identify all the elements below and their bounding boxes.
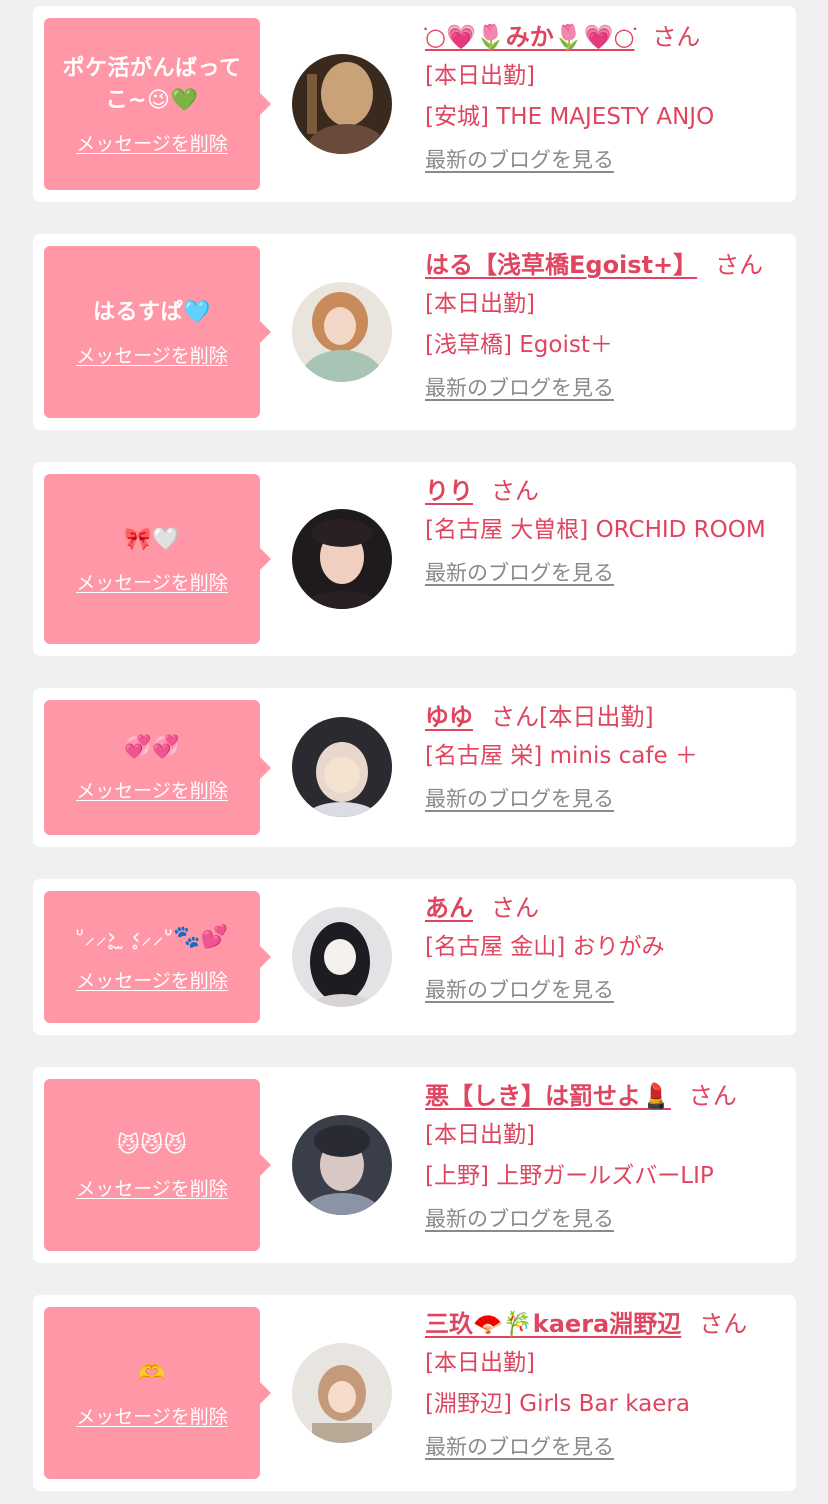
profile-name-link[interactable]: ○ֹ💗🌷みか🌷💗○ֹ xyxy=(425,23,634,51)
avatar[interactable] xyxy=(292,282,392,382)
message-text: 🫶 xyxy=(138,1360,166,1386)
avatar-image xyxy=(292,509,392,609)
message-bubble: 😼😼😼 メッセージを削除 xyxy=(44,1079,271,1251)
work-status: [本日出勤] xyxy=(425,1350,535,1376)
profile-name-link[interactable]: あん xyxy=(425,894,473,922)
profile-info: はる【浅草橋Egoist+】 さん [本日出勤] [浅草橋] Egoist＋ 最新… xyxy=(425,248,782,402)
message-text: 😼😼😼 xyxy=(116,1132,188,1158)
profile-info: りり さん [名古屋 大曽根] ORCHID ROOM 最新のブログを見る xyxy=(425,474,782,587)
avatar[interactable] xyxy=(292,907,392,1007)
latest-blog-link[interactable]: 最新のブログを見る xyxy=(425,557,614,587)
profile-name-link[interactable]: 三玖🪭🎋kaera淵野辺 xyxy=(425,1310,681,1338)
delete-message-button[interactable]: メッセージを削除 xyxy=(76,966,228,993)
delete-message-button[interactable]: メッセージを削除 xyxy=(76,1402,228,1429)
avatar[interactable] xyxy=(292,54,392,154)
message-text: ᐡ⸝⸝›̥ ̫ ‹̥⸝⸝ᐡ🐾💕 xyxy=(75,924,229,950)
message-text: 💞💞 xyxy=(124,735,180,760)
message-card: 😼😼😼 メッセージを削除 悪【しき】は罰せよ💄 さん [本日出勤] [上野] 上野… xyxy=(33,1067,796,1263)
message-text: 🎀🤍 xyxy=(124,526,180,552)
shop-name: [名古屋 栄] minis cafe ＋ xyxy=(425,743,698,769)
latest-blog-link[interactable]: 最新のブログを見る xyxy=(425,974,614,1004)
latest-blog-link[interactable]: 最新のブログを見る xyxy=(425,1431,614,1461)
message-bubble: 🎀🤍 メッセージを削除 xyxy=(44,474,271,644)
delete-message-button[interactable]: メッセージを削除 xyxy=(76,1174,228,1201)
delete-message-button[interactable]: メッセージを削除 xyxy=(76,341,228,368)
avatar-image xyxy=(292,717,392,817)
profile-info: 悪【しき】は罰せよ💄 さん [本日出勤] [上野] 上野ガールズバーLIP 最新の… xyxy=(425,1079,782,1233)
message-bubble: 🫶 メッセージを削除 xyxy=(44,1307,271,1479)
name-suffix: さん xyxy=(715,251,764,279)
message-card: ポケ活がんばってこ~😉💚 メッセージを削除 ○ֹ💗🌷みか🌷💗○ֹ さん [本日出勤… xyxy=(33,6,796,202)
avatar-image xyxy=(292,907,392,1007)
profile-name-link[interactable]: りり xyxy=(425,477,473,505)
profile-info: ○ֹ💗🌷みか🌷💗○ֹ さん [本日出勤] [安城] THE MAJESTY ANJ… xyxy=(425,20,782,174)
delete-message-button[interactable]: メッセージを削除 xyxy=(76,568,228,595)
message-text: はるすぱ🩵 xyxy=(93,299,211,325)
profile-name-link[interactable]: 悪【しき】は罰せよ💄 xyxy=(425,1082,671,1110)
avatar[interactable] xyxy=(292,1343,392,1443)
profile-name-link[interactable]: ゆゆ xyxy=(425,703,473,731)
shop-name: [安城] THE MAJESTY ANJO xyxy=(425,104,715,130)
shop-name: [名古屋 大曽根] ORCHID ROOM xyxy=(425,517,766,543)
message-text: ポケ活がんばってこ~😉💚 xyxy=(62,55,242,113)
name-suffix: さん xyxy=(491,894,539,922)
shop-name: [名古屋 金山] おりがみ xyxy=(425,934,665,960)
message-card: 💞💞 メッセージを削除 ゆゆ さん[本日出勤] [名古屋 栄] minis caf… xyxy=(33,688,796,847)
avatar-image xyxy=(292,1115,392,1215)
message-bubble: 💞💞 メッセージを削除 xyxy=(44,700,271,835)
profile-info: 三玖🪭🎋kaera淵野辺 さん [本日出勤] [淵野辺] Girls Bar ka… xyxy=(425,1307,782,1461)
message-card: ᐡ⸝⸝›̥ ̫ ‹̥⸝⸝ᐡ🐾💕 メッセージを削除 あん さん [名古屋 金山] お… xyxy=(33,879,796,1035)
name-suffix: さん xyxy=(491,477,539,505)
avatar-image xyxy=(292,1343,392,1443)
delete-message-button[interactable]: メッセージを削除 xyxy=(76,776,228,803)
work-status: [本日出勤] xyxy=(539,703,654,731)
work-status: [本日出勤] xyxy=(425,1122,535,1148)
avatar-image xyxy=(292,282,392,382)
shop-name: [浅草橋] Egoist＋ xyxy=(425,332,613,358)
profile-info: ゆゆ さん[本日出勤] [名古屋 栄] minis cafe ＋ 最新のブログを見… xyxy=(425,700,782,813)
latest-blog-link[interactable]: 最新のブログを見る xyxy=(425,783,614,813)
latest-blog-link[interactable]: 最新のブログを見る xyxy=(425,1203,614,1233)
message-card: 🎀🤍 メッセージを削除 りり さん [名古屋 大曽根] ORCHID ROOM 最… xyxy=(33,462,796,656)
name-suffix: さん xyxy=(491,703,539,731)
name-suffix: さん xyxy=(699,1310,748,1338)
avatar-image xyxy=(292,54,392,154)
name-suffix: さん xyxy=(688,1082,737,1110)
work-status: [本日出勤] xyxy=(425,291,535,317)
shop-name: [淵野辺] Girls Bar kaera xyxy=(425,1391,690,1417)
avatar[interactable] xyxy=(292,717,392,817)
latest-blog-link[interactable]: 最新のブログを見る xyxy=(425,372,614,402)
avatar[interactable] xyxy=(292,1115,392,1215)
profile-name-link[interactable]: はる【浅草橋Egoist+】 xyxy=(425,251,697,279)
name-suffix: さん xyxy=(652,23,701,51)
profile-info: あん さん [名古屋 金山] おりがみ 最新のブログを見る xyxy=(425,891,782,1004)
message-bubble: ポケ活がんばってこ~😉💚 メッセージを削除 xyxy=(44,18,271,190)
message-bubble: ᐡ⸝⸝›̥ ̫ ‹̥⸝⸝ᐡ🐾💕 メッセージを削除 xyxy=(44,891,271,1023)
message-bubble: はるすぱ🩵 メッセージを削除 xyxy=(44,246,271,418)
work-status: [本日出勤] xyxy=(425,63,535,89)
avatar[interactable] xyxy=(292,509,392,609)
message-card: 🫶 メッセージを削除 三玖🪭🎋kaera淵野辺 さん [本日出勤] [淵野辺] G… xyxy=(33,1295,796,1491)
shop-name: [上野] 上野ガールズバーLIP xyxy=(425,1163,714,1189)
message-list: ポケ活がんばってこ~😉💚 メッセージを削除 ○ֹ💗🌷みか🌷💗○ֹ さん [本日出勤… xyxy=(0,0,828,1504)
delete-message-button[interactable]: メッセージを削除 xyxy=(76,129,228,156)
latest-blog-link[interactable]: 最新のブログを見る xyxy=(425,144,614,174)
message-card: はるすぱ🩵 メッセージを削除 はる【浅草橋Egoist+】 さん [本日出勤] [… xyxy=(33,234,796,430)
